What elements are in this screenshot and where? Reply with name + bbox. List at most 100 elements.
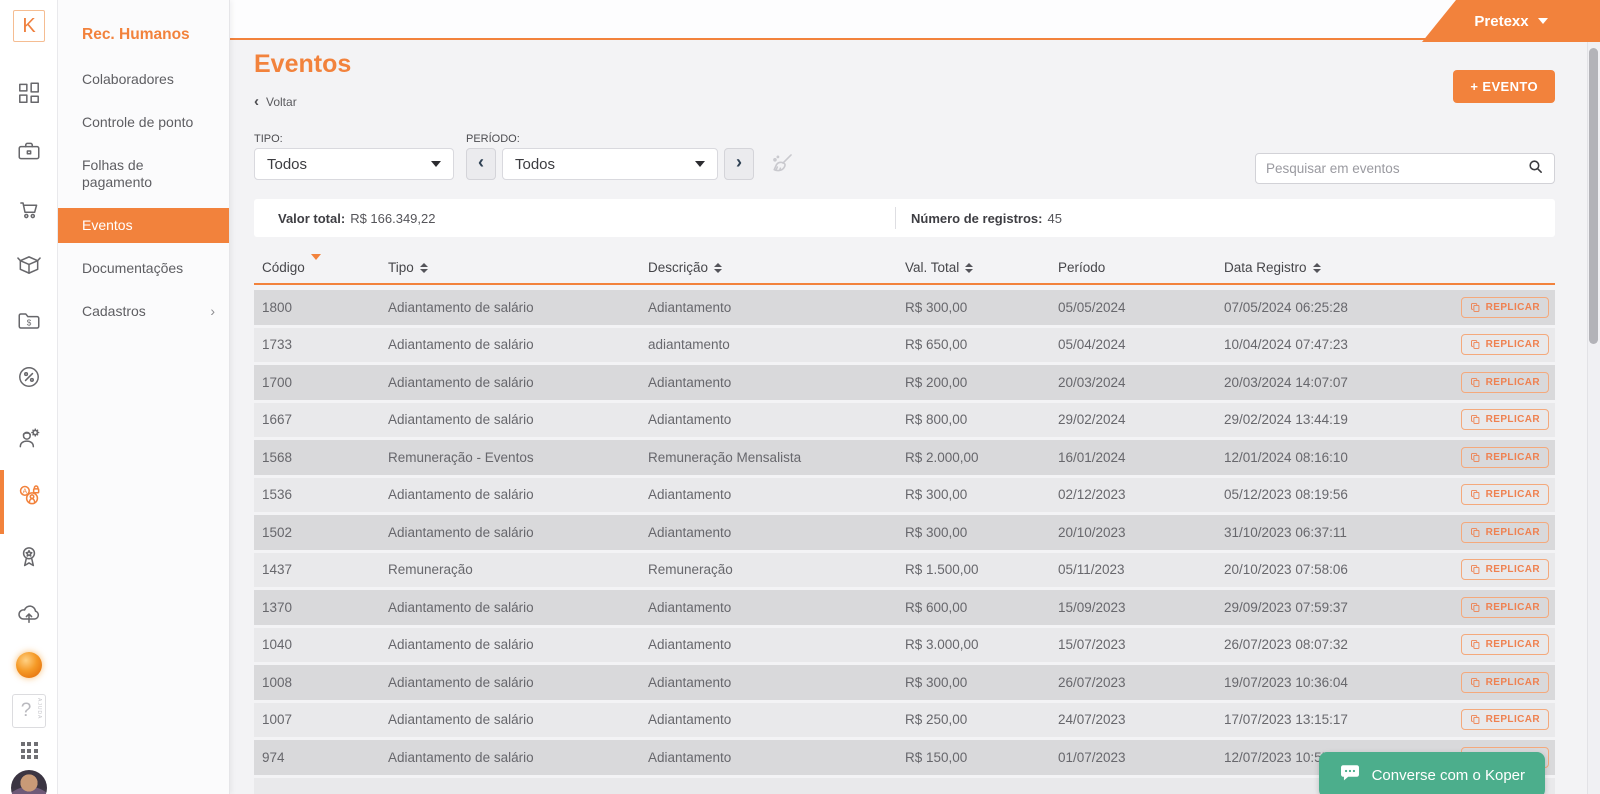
replicar-button[interactable]: REPLICAR [1461,559,1549,580]
replicar-button[interactable]: REPLICAR [1461,447,1549,468]
cell-codigo: 1568 [262,450,388,465]
cell-periodo: 20/10/2023 [1058,525,1224,540]
help-icon[interactable]: ?AJUDA [0,694,58,728]
table-row[interactable]: 1733Adiantamento de salárioadiantamentoR… [254,328,1555,363]
dashboard-icon[interactable] [0,80,58,106]
column-header-val-total[interactable]: Val. Total [905,260,1058,275]
table-row[interactable]: 1502Adiantamento de salárioAdiantamentoR… [254,515,1555,550]
search-box [1255,153,1555,184]
row-actions: REPLICAR [1461,709,1549,730]
row-actions: REPLICAR [1461,522,1549,543]
award-icon[interactable] [0,543,58,569]
cell-codigo: 1667 [262,412,388,427]
sidebar: Rec. Humanos ColaboradoresControle de po… [58,0,230,794]
tenant-name: Pretexx [1474,13,1528,30]
cell-codigo: 1008 [262,675,388,690]
briefcase-icon[interactable] [0,138,58,164]
row-actions: REPLICAR [1461,484,1549,505]
cell-valor: R$ 300,00 [905,300,1058,315]
cell-periodo: 29/02/2024 [1058,412,1224,427]
table-row[interactable]: 1007Adiantamento de salárioAdiantamentoR… [254,703,1555,738]
chat-button[interactable]: Converse com o Koper [1319,752,1545,794]
column-label: Código [262,260,305,275]
package-icon[interactable] [0,252,58,278]
cell-registro: 17/07/2023 13:15:17 [1224,712,1461,727]
replicar-button[interactable]: REPLICAR [1461,672,1549,693]
replicar-button[interactable]: REPLICAR [1461,522,1549,543]
table-row[interactable]: 1800Adiantamento de salárioAdiantamentoR… [254,290,1555,325]
periodo-select[interactable]: Todos [502,148,718,180]
table-row[interactable]: 1008Adiantamento de salárioAdiantamentoR… [254,665,1555,700]
cell-periodo: 15/09/2023 [1058,600,1224,615]
scrollbar-thumb[interactable] [1589,48,1598,344]
koper-logo[interactable]: K [0,10,58,42]
sidebar-item-eventos[interactable]: Eventos [58,208,229,243]
table-row[interactable]: 1700Adiantamento de salárioAdiantamentoR… [254,365,1555,400]
tipo-select[interactable]: Todos [254,148,454,180]
cell-registro: 20/10/2023 07:58:06 [1224,562,1461,577]
column-label: Descrição [648,260,708,275]
column-header-tipo[interactable]: Tipo [388,260,648,275]
page-title: Eventos [254,50,351,79]
table-row[interactable]: 1667Adiantamento de salárioAdiantamentoR… [254,403,1555,438]
sidebar-item-colaboradores[interactable]: Colaboradores [58,62,229,97]
table-row[interactable]: 1536Adiantamento de salárioAdiantamentoR… [254,478,1555,513]
column-header-data-registro[interactable]: Data Registro [1224,260,1461,275]
avatar[interactable] [0,770,58,794]
replicar-label: REPLICAR [1486,527,1540,538]
sidebar-item-cadastros[interactable]: Cadastros› [58,294,229,329]
table-header: CódigoTipoDescriçãoVal. TotalPeríodoData… [254,252,1555,285]
icon-rail: K $ A ?AJUDA [0,0,58,794]
periodo-prev-button[interactable]: ‹ [466,148,496,180]
cell-periodo: 05/04/2024 [1058,337,1224,352]
folder-money-icon[interactable]: $ [0,308,58,334]
cell-tipo: Adiantamento de salário [388,375,648,390]
cell-tipo: Adiantamento de salário [388,300,648,315]
table-row[interactable]: 1040Adiantamento de salárioAdiantamentoR… [254,628,1555,663]
apps-grid-icon[interactable] [0,740,58,759]
chevron-down-icon [431,161,441,167]
topbar [230,0,1600,40]
back-link[interactable]: ‹ Voltar [254,95,297,109]
worker-gear-icon[interactable] [0,426,58,452]
cell-valor: R$ 1.500,00 [905,562,1058,577]
replicar-button[interactable]: REPLICAR [1461,372,1549,393]
replicar-button[interactable]: REPLICAR [1461,597,1549,618]
percent-icon[interactable] [0,364,58,390]
sidebar-item-controle-de-ponto[interactable]: Controle de ponto [58,105,229,140]
add-event-button[interactable]: + EVENTO [1453,70,1555,103]
row-actions: REPLICAR [1461,634,1549,655]
cell-tipo: Remuneração [388,562,648,577]
sidebar-item-documentacoes[interactable]: Documentações [58,251,229,286]
search-icon[interactable] [1527,158,1544,180]
app-window: K $ A ?AJUDA Rec. Humanos ColaboradoresCont… [0,0,1600,794]
column-header-descricao[interactable]: Descrição [648,260,905,275]
replicar-button[interactable]: REPLICAR [1461,709,1549,730]
replicar-button[interactable]: REPLICAR [1461,334,1549,355]
table-row[interactable]: 1568Remuneração - EventosRemuneração Men… [254,440,1555,475]
replicar-label: REPLICAR [1486,339,1540,350]
row-actions: REPLICAR [1461,559,1549,580]
hr-people-icon[interactable]: A [0,482,58,508]
sun-icon[interactable] [0,652,58,678]
replicar-button[interactable]: REPLICAR [1461,634,1549,655]
column-header-codigo[interactable]: Código [262,260,388,275]
cell-descricao: Adiantamento [648,750,905,765]
replicar-button[interactable]: REPLICAR [1461,484,1549,505]
clear-filters-broom-icon[interactable] [768,151,795,178]
periodo-next-button[interactable]: › [724,148,754,180]
cell-descricao: Adiantamento [648,525,905,540]
replicar-button[interactable]: REPLICAR [1461,409,1549,430]
cloud-upload-icon[interactable] [0,600,58,626]
cell-codigo: 974 [262,750,388,765]
table-row[interactable]: 1437RemuneraçãoRemuneraçãoR$ 1.500,0005/… [254,553,1555,588]
search-input[interactable] [1266,161,1527,176]
sidebar-item-folhas-de-pagamento[interactable]: Folhas de pagamento [58,148,229,200]
sidebar-item-label: Documentações [82,260,183,277]
row-actions: REPLICAR [1461,297,1549,318]
table-row[interactable]: 1370Adiantamento de salárioAdiantamentoR… [254,590,1555,625]
cart-icon[interactable] [0,196,58,222]
periodo-filter-label: PERÍODO: [466,133,520,145]
cell-tipo: Adiantamento de salário [388,412,648,427]
replicar-button[interactable]: REPLICAR [1461,297,1549,318]
